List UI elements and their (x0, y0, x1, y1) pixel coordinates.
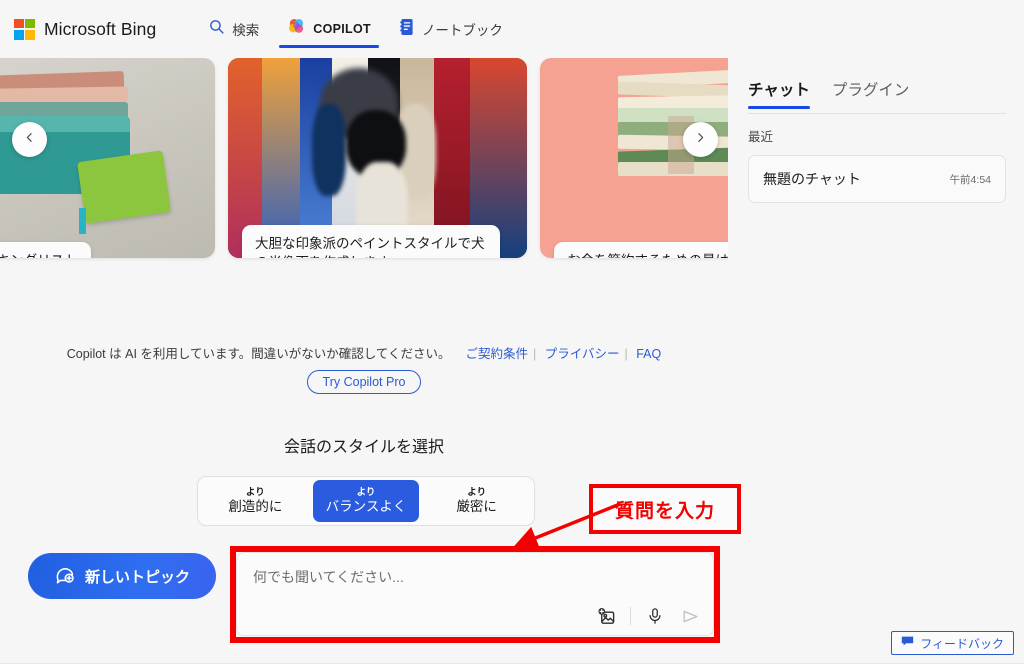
tab-copilot[interactable]: COPILOT (273, 0, 385, 58)
search-icon (208, 18, 225, 40)
link-terms[interactable]: ご契約条件 (465, 347, 528, 361)
carousel-prev-button[interactable] (12, 122, 47, 157)
panel-divider (748, 113, 1006, 114)
chevron-right-icon (694, 131, 707, 149)
tool-divider (630, 607, 631, 625)
card-caption: 大胆な印象派のペイントスタイルで犬の肖像画を作成します (242, 224, 500, 258)
chevron-left-icon (23, 131, 36, 149)
feedback-icon (901, 634, 914, 652)
list-item[interactable]: 無題のチャット 午前4:54 (748, 155, 1006, 203)
nav-tabs: 検索 COPILOT ノートブック (194, 0, 517, 58)
style-option-precise-top: より (467, 486, 487, 498)
style-option-creative-top: より (245, 486, 265, 498)
recent-label: 最近 (748, 130, 774, 144)
notebook-icon (399, 18, 415, 41)
brand-name: Microsoft Bing (44, 18, 157, 39)
card-caption: お金を節約するための最は何ですか (554, 242, 728, 258)
chat-input-box[interactable]: 何でも聞いてください... (236, 552, 714, 636)
link-faq[interactable]: FAQ (636, 347, 661, 361)
style-picker-title: 会話のスタイルを選択 (283, 439, 444, 456)
microsoft-logo-icon (14, 18, 35, 40)
conversation-style-picker: より 創造的に より バランスよく より 厳密に (197, 476, 535, 526)
app-header: Microsoft Bing 検索 COPILOT ノートブック (0, 0, 1024, 58)
bing-copilot-page: Microsoft Bing 検索 COPILOT ノートブック 大胆な印象派の… (0, 0, 1024, 664)
panel-tabs: チャット プラグイン (748, 78, 1024, 109)
panel-tab-plugins[interactable]: プラグイン (832, 78, 910, 109)
composer-tools (595, 605, 701, 627)
style-option-creative-label: 創造的に (228, 498, 283, 514)
microphone-icon[interactable] (644, 605, 666, 627)
tab-notebook-label: ノートブック (421, 23, 503, 38)
chat-timestamp: 午前4:54 (949, 173, 991, 186)
new-topic-button[interactable]: 新しいトピック (28, 553, 216, 599)
disclaimer-text: Copilot は AI を利用しています。間違いがないか確認してください。 (66, 347, 451, 361)
image-upload-icon[interactable] (595, 605, 617, 627)
tab-copilot-label: COPILOT (313, 22, 371, 36)
chat-input-placeholder: 何でも聞いてください... (253, 569, 404, 585)
copilot-icon (287, 17, 306, 41)
suggestion-card[interactable]: 大胆な印象派のペイントスタイルで犬の肖像画を作成します (228, 58, 527, 258)
style-option-precise-label: 厳密に (456, 498, 497, 514)
carousel-track: 行のパッキングリスト 大胆な印象派のペイントスタイルで犬の肖像画を作成します お… (0, 58, 728, 258)
try-copilot-pro-button[interactable]: Try Copilot Pro (306, 370, 422, 394)
suggestion-card[interactable]: 行のパッキングリスト (0, 58, 215, 258)
tab-notebook[interactable]: ノートブック (385, 0, 517, 58)
disclaimer-line: Copilot は AI を利用しています。間違いがないか確認してください。 ご… (66, 347, 662, 361)
send-icon[interactable] (679, 605, 701, 627)
suggestion-carousel: 行のパッキングリスト 大胆な印象派のペイントスタイルで犬の肖像画を作成します お… (0, 58, 728, 270)
tab-search-label: 検索 (232, 23, 260, 38)
panel-tab-chat[interactable]: チャット (748, 78, 810, 109)
chat-title: 無題のチャット (763, 171, 861, 187)
chat-plus-icon (54, 563, 76, 590)
new-topic-label: 新しいトピック (84, 568, 190, 586)
right-side-panel: チャット プラグイン 最近 無題のチャット 午前4:54 (730, 58, 1024, 664)
annotation-arrow-icon (513, 502, 621, 549)
card-caption: 行のパッキングリスト (0, 242, 91, 258)
brand[interactable]: Microsoft Bing (14, 18, 157, 40)
link-privacy[interactable]: プライバシー (545, 347, 620, 361)
feedback-label: フィードバック (920, 636, 1004, 651)
tab-search[interactable]: 検索 (194, 0, 273, 58)
card-artwork-money (540, 58, 728, 258)
style-option-creative[interactable]: より 創造的に (202, 480, 309, 522)
carousel-next-button[interactable] (683, 122, 718, 157)
style-option-balanced-top: より (356, 486, 376, 498)
feedback-button[interactable]: フィードバック (891, 631, 1014, 655)
style-option-balanced[interactable]: より バランスよく (312, 480, 420, 522)
disclaimer: Copilot は AI を利用しています。間違いがないか確認してください。 ご… (0, 343, 728, 394)
style-option-balanced-label: バランスよく (325, 498, 407, 514)
suggestion-card[interactable]: お金を節約するための最は何ですか (540, 58, 728, 258)
card-artwork-books (0, 58, 215, 258)
